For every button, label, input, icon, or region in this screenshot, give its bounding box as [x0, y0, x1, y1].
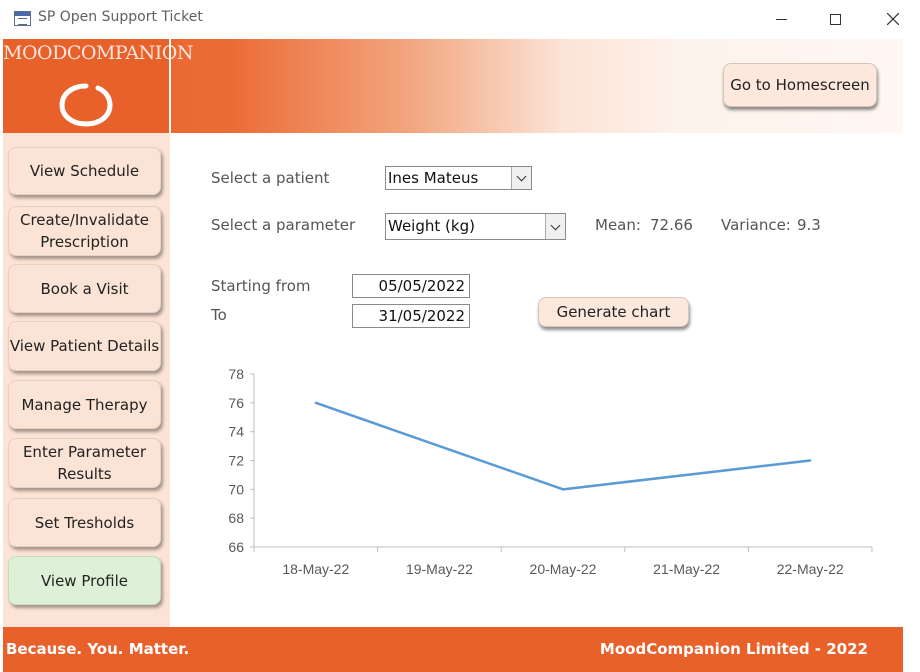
sidebar: View Schedule Create/Invalidate Prescrip… — [3, 133, 170, 627]
close-button[interactable] — [870, 0, 916, 38]
x-tick-label: 21-May-22 — [653, 561, 720, 577]
footer-copyright: MoodCompanion Limited - 2022 — [599, 640, 868, 658]
sidebar-item-view-patient-details[interactable]: View Patient Details — [8, 321, 161, 371]
sidebar-item-view-schedule[interactable]: View Schedule — [8, 147, 161, 195]
y-tick-label: 68 — [228, 510, 244, 526]
start-date-field[interactable]: 05/05/2022 — [352, 274, 470, 298]
y-tick-label: 70 — [228, 481, 244, 497]
window-title: SP Open Support Ticket — [38, 9, 203, 25]
form-icon — [14, 11, 31, 26]
data-point — [561, 488, 565, 491]
x-tick-label: 19-May-22 — [406, 561, 473, 577]
minimize-icon — [775, 18, 787, 20]
close-icon — [887, 13, 899, 25]
generate-chart-button[interactable]: Generate chart — [538, 297, 689, 327]
end-date-field[interactable]: 31/05/2022 — [352, 304, 470, 328]
series-line — [315, 401, 811, 491]
minimize-button[interactable] — [758, 0, 804, 38]
parameter-label: Select a parameter — [211, 216, 356, 234]
y-tick-label: 78 — [228, 366, 244, 382]
data-point — [314, 401, 317, 405]
footer: Because. You. Matter. MoodCompanion Limi… — [3, 627, 903, 672]
y-tick-label: 74 — [228, 424, 244, 440]
patient-label: Select a patient — [211, 169, 330, 187]
variance-label: Variance: — [721, 216, 791, 234]
sidebar-item-manage-therapy[interactable]: Manage Therapy — [8, 380, 161, 429]
window-titlebar: SP Open Support Ticket — [0, 0, 920, 38]
header-divider — [169, 39, 171, 133]
mean-value: 72.66 — [650, 216, 693, 234]
go-to-homescreen-button[interactable]: Go to Homescreen — [723, 63, 877, 107]
logo: MOODCOMPANION — [3, 39, 194, 133]
patient-select[interactable]: Ines Mateus — [385, 166, 532, 190]
parameter-select[interactable]: Weight (kg) — [385, 213, 566, 240]
chevron-down-icon[interactable] — [545, 214, 565, 239]
variance-value: 9.3 — [797, 216, 821, 234]
weight-line-chart: 66 68 70 72 74 76 78 18-May-22 19-May-22 20-May-2… — [228, 366, 873, 577]
data-point — [809, 459, 812, 462]
parameter-select-value: Weight (kg) — [388, 217, 475, 235]
sidebar-item-set-tresholds[interactable]: Set Tresholds — [8, 498, 161, 547]
x-tick-label: 22-May-22 — [777, 561, 844, 577]
y-tick-label: 76 — [228, 395, 244, 411]
y-tick-label: 66 — [228, 539, 244, 555]
logo-ring-icon — [59, 83, 113, 127]
y-tick-label: 72 — [228, 453, 244, 469]
x-tick-label: 20-May-22 — [530, 561, 597, 577]
mean-label: Mean: — [595, 216, 641, 234]
sidebar-item-book-a-visit[interactable]: Book a Visit — [8, 264, 161, 313]
maximize-icon — [829, 13, 841, 25]
patient-select-value: Ines Mateus — [388, 169, 479, 187]
chevron-down-icon[interactable] — [511, 167, 531, 189]
sidebar-item-enter-parameter-results[interactable]: Enter Parameter Results — [8, 438, 161, 488]
sidebar-item-view-profile[interactable]: View Profile — [8, 556, 161, 605]
end-date-label: To — [211, 306, 227, 324]
logo-text: MOODCOMPANION — [3, 42, 194, 64]
x-tick-label: 18-May-22 — [282, 561, 349, 577]
footer-tagline: Because. You. Matter. — [6, 640, 190, 658]
sidebar-item-create-invalidate-prescription[interactable]: Create/Invalidate Prescription — [8, 206, 161, 256]
start-date-label: Starting from — [211, 277, 311, 295]
maximize-button[interactable] — [812, 0, 858, 38]
